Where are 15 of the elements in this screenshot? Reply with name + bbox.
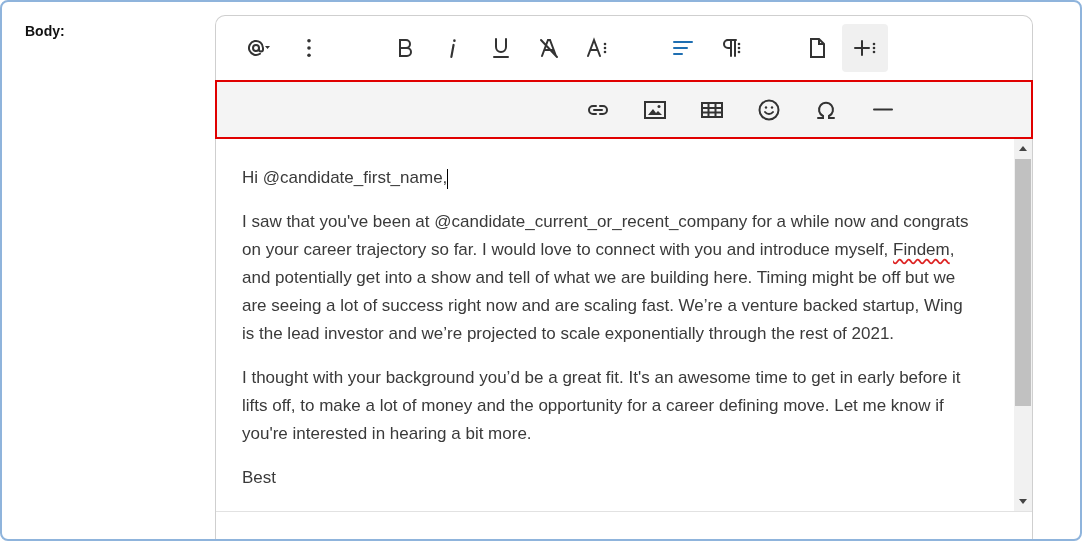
smiley-icon [756, 97, 781, 122]
paragraph: I thought with your background you’d be a great fit. It's an awesome time to get in early before it lifts off, to make a lot of money and the opportunity for a career defining move. Let me know if you're interested in hearing a bit more. [242, 367, 962, 445]
clear-format-icon [537, 36, 561, 60]
more-icon [307, 39, 311, 57]
italic-icon [449, 38, 457, 58]
paragraph: I saw that you've been at @candidate_current_or_recent_company for a while now and congrats on your career trajectory so far. I would love to connect with you and introduce myself, Findem, and potentially get into a show and tell of what we are building here. Timing might be off but we are seeing a lot of success right now and are scaling fast. We’re a venture backed startup, Wing is the lead investor and we’re projected to scale exponentially through the rest of 2021. [242, 211, 970, 345]
paragraph: Hi @candidate_first_name, [242, 167, 450, 191]
font-size-icon [585, 36, 609, 60]
paragraph: Best [242, 467, 278, 489]
horizontal-line-icon [872, 108, 893, 111]
scroll-down-arrow-icon[interactable] [1018, 499, 1028, 505]
plus-icon-button[interactable] [842, 24, 888, 72]
scrollbar[interactable] [1014, 139, 1032, 511]
field-label: Body: [25, 23, 65, 39]
scroll-up-arrow-icon[interactable] [1018, 145, 1028, 151]
